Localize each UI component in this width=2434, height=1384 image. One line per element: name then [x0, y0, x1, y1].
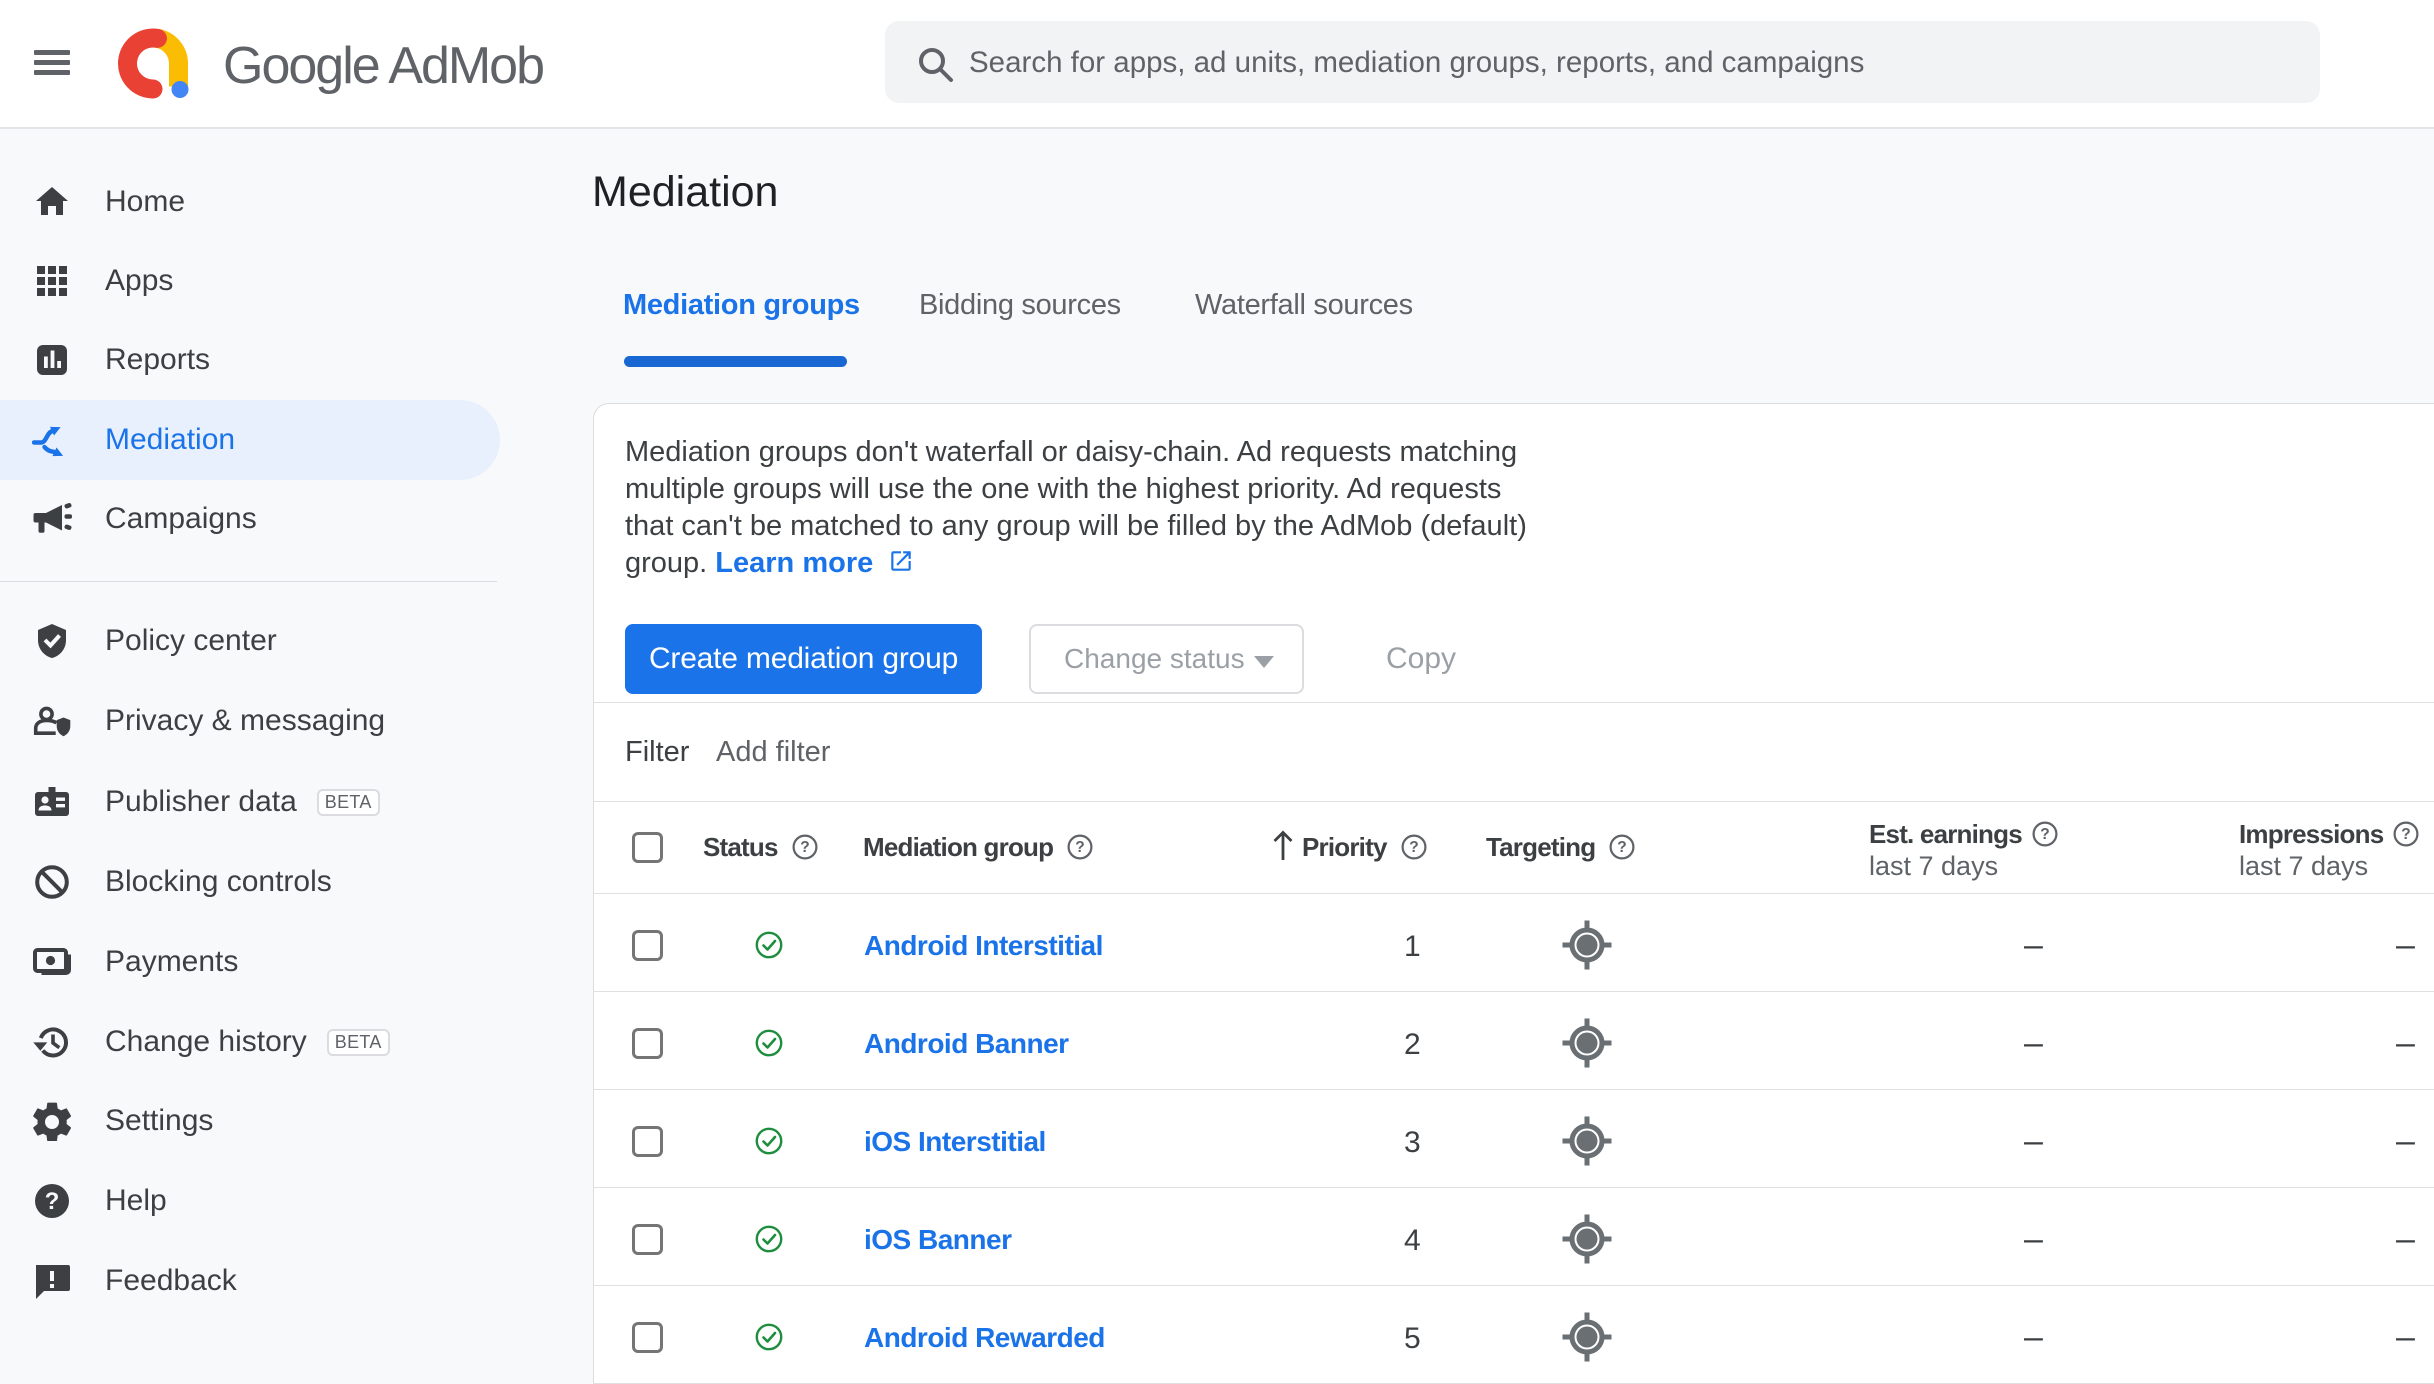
svg-text:?: ? — [2402, 826, 2411, 843]
svg-text:?: ? — [45, 1188, 60, 1215]
svg-text:?: ? — [1618, 839, 1627, 856]
svg-text:?: ? — [1409, 839, 1418, 856]
svg-text:?: ? — [1075, 839, 1084, 856]
svg-text:?: ? — [2040, 826, 2049, 843]
svg-text:?: ? — [800, 839, 809, 856]
